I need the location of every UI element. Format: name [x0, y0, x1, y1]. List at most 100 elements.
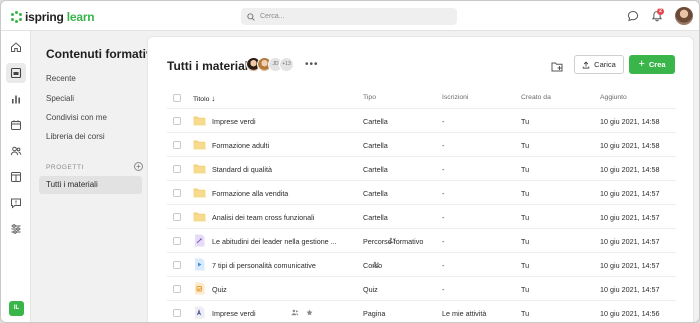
row-enrollments: -	[442, 189, 445, 198]
home-icon[interactable]	[10, 41, 22, 53]
quiz-icon	[193, 282, 206, 295]
create-button[interactable]: + Crea	[629, 55, 675, 74]
row-type: Cartella	[363, 213, 388, 222]
row-title[interactable]: Quiz	[212, 285, 227, 294]
search-icon	[247, 12, 255, 21]
column-title-header[interactable]: Titolo ↓	[193, 94, 215, 103]
sidebar-item-shared[interactable]: Condivisi con me	[46, 113, 107, 122]
row-checkbox[interactable]	[173, 237, 181, 245]
logo-mark-icon	[10, 11, 22, 23]
row-checkbox[interactable]	[173, 117, 181, 125]
table-body: Imprese verdi Cartella - Tu 10 giu 2021, 14:…	[167, 109, 676, 322]
column-enrollments-header[interactable]: Iscrizioni	[442, 94, 468, 101]
notification-badge: 2	[657, 8, 664, 15]
folder-icon	[193, 114, 206, 127]
folder-icon	[193, 210, 206, 223]
ispring-logo[interactable]: ispring learn	[10, 10, 95, 24]
table-header: Titolo ↓ Tipo Iscrizioni Creato da Aggiu…	[167, 88, 676, 109]
row-created-by: Tu	[521, 189, 530, 198]
row-checkbox[interactable]	[173, 165, 181, 173]
row-created-by: Tu	[521, 237, 530, 246]
row-title[interactable]: Formazione adulti	[212, 141, 269, 150]
sidebar-item-special[interactable]: Speciali	[46, 94, 74, 103]
user-initials-avatar[interactable]: IL	[9, 301, 24, 316]
user-avatar[interactable]	[675, 7, 693, 25]
row-title[interactable]: Imprese verdi	[212, 309, 256, 318]
table-row[interactable]: Standard di qualità Cartella - Tu 10 giu 202…	[167, 157, 676, 181]
table-row[interactable]: 7 tipi di personalità comunicative Corso -…	[167, 253, 676, 277]
row-title[interactable]: Standard di qualità	[212, 165, 272, 174]
sidebar-item-recent[interactable]: Recente	[46, 74, 76, 83]
column-created-by-header[interactable]: Creato da	[521, 94, 551, 101]
table-row[interactable]: Le abitudini dei leader nella gestione .…	[167, 229, 676, 253]
table-row[interactable]: Analisi dei team cross funzionali Cartell…	[167, 205, 676, 229]
row-checkbox[interactable]	[173, 141, 181, 149]
table-row[interactable]: Quiz Quiz - Tu 10 giu 2021, 14:57	[167, 277, 676, 301]
reports-icon[interactable]	[10, 93, 22, 105]
upload-label: Carica	[594, 60, 616, 69]
settings-icon[interactable]	[10, 223, 22, 235]
table-row[interactable]: Formazione adulti Cartella - Tu 10 giu 2021,…	[167, 133, 676, 157]
search-bar[interactable]	[241, 8, 457, 25]
row-updated: 10 giu 2021, 14:58	[600, 141, 660, 150]
courses-icon[interactable]	[6, 63, 26, 83]
sort-down-icon: ↓	[211, 94, 216, 103]
folder-icon	[193, 138, 206, 151]
row-updated: 10 giu 2021, 14:58	[600, 165, 660, 174]
collaborator-avatars[interactable]: JD +13	[246, 57, 294, 72]
add-project-icon[interactable]: +	[134, 162, 143, 171]
row-checkbox[interactable]	[173, 261, 181, 269]
page-icon	[193, 306, 206, 319]
column-type-header[interactable]: Tipo	[363, 94, 376, 101]
row-updated: 10 giu 2021, 14:58	[600, 117, 660, 126]
create-label: Crea	[648, 60, 666, 69]
folder-icon	[193, 186, 206, 199]
row-created-by: Tu	[521, 285, 530, 294]
sidebar-item-all-materials[interactable]: Tutti i materiali	[39, 176, 142, 194]
row-title[interactable]: 7 tipi di personalità comunicative	[212, 261, 316, 270]
row-checkbox[interactable]	[173, 309, 181, 317]
users-icon[interactable]	[10, 145, 22, 157]
chat-icon[interactable]	[627, 10, 639, 22]
sidebar-title: Contenuti formativi	[46, 47, 156, 61]
calendar-icon[interactable]	[10, 119, 22, 131]
row-title[interactable]: Imprese verdi	[212, 117, 256, 126]
sidebar-item-library[interactable]: Libreria dei corsi	[46, 132, 105, 141]
content-icon[interactable]	[10, 171, 22, 183]
row-created-by: Tu	[521, 309, 530, 318]
row-title[interactable]: Analisi dei team cross funzionali	[212, 213, 314, 222]
shared-users-icon	[291, 309, 299, 318]
row-enrollments: -	[442, 117, 445, 126]
upload-button[interactable]: Carica	[574, 55, 624, 74]
row-checkbox[interactable]	[173, 213, 181, 221]
star-icon[interactable]	[306, 309, 313, 318]
select-all-checkbox[interactable]	[173, 94, 181, 102]
row-enrollments: -	[442, 141, 445, 150]
row-title[interactable]: Le abitudini dei leader nella gestione .…	[212, 237, 337, 246]
left-rail: IL	[1, 31, 31, 322]
learning-path-icon	[193, 234, 206, 247]
feedback-icon[interactable]	[10, 197, 22, 209]
row-updated: 10 giu 2021, 14:57	[600, 189, 660, 198]
materials-table: Titolo ↓ Tipo Iscrizioni Creato da Aggiu…	[167, 88, 676, 322]
search-input[interactable]	[260, 13, 440, 20]
row-type: Percorso formativo	[363, 237, 424, 246]
table-row[interactable]: Imprese verdi Pagina Le mie attività Tu 10 g…	[167, 301, 676, 322]
folder-icon	[193, 162, 206, 175]
column-updated-header[interactable]: Aggiunto	[600, 94, 627, 101]
collaborators-more[interactable]: +13	[279, 57, 294, 72]
row-type: Cartella	[363, 189, 388, 198]
row-updated: 10 giu 2021, 14:57	[600, 285, 660, 294]
row-checkbox[interactable]	[173, 189, 181, 197]
row-title[interactable]: Formazione alla vendita	[212, 189, 288, 198]
row-enrollments: -	[442, 165, 445, 174]
more-options-icon[interactable]: •••	[305, 59, 319, 70]
plus-icon: +	[638, 58, 645, 70]
table-row[interactable]: Imprese verdi Cartella - Tu 10 giu 2021, 14:…	[167, 109, 676, 133]
course-icon	[193, 258, 206, 271]
new-folder-icon[interactable]	[551, 61, 563, 72]
row-checkbox[interactable]	[173, 285, 181, 293]
row-updated: 10 giu 2021, 14:56	[600, 309, 660, 318]
table-row[interactable]: Formazione alla vendita Cartella - Tu 10 giu…	[167, 181, 676, 205]
row-created-by: Tu	[521, 141, 530, 150]
